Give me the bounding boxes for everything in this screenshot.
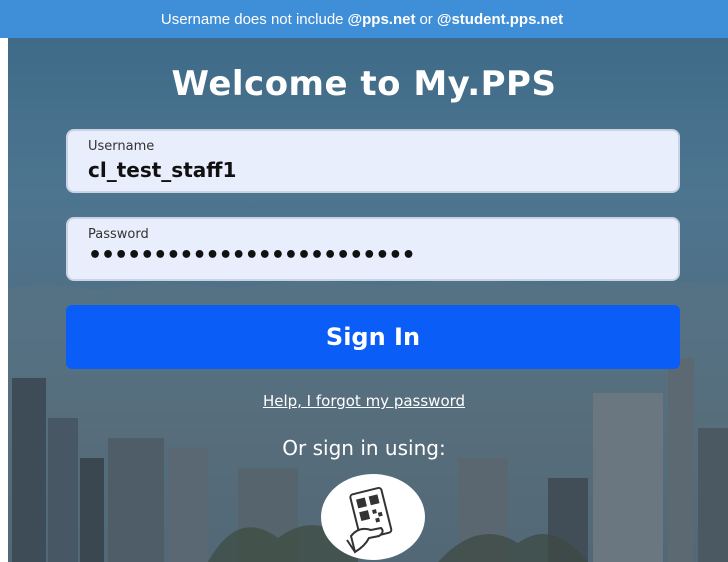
banner-domain-student: @student.pps.net (436, 10, 564, 28)
username-input[interactable]: cl_test_staff1 (88, 158, 236, 182)
alt-signin-label: Or sign in using: (282, 436, 446, 460)
password-input[interactable]: ••••••••••••••••••••••••• (88, 243, 416, 268)
username-field[interactable]: Username cl_test_staff1 (66, 129, 680, 193)
qr-code-card-icon[interactable] (321, 474, 425, 560)
password-field[interactable]: Password ••••••••••••••••••••••••• (66, 217, 680, 281)
banner-conjunction: or (419, 10, 433, 28)
username-hint-banner: Username does not include @pps.net or @s… (0, 0, 728, 38)
sign-in-button[interactable]: Sign In (66, 305, 680, 369)
forgot-password-link[interactable]: Help, I forgot my password (0, 392, 728, 410)
page-title: Welcome to My.PPS (171, 64, 557, 104)
username-label: Username (88, 139, 155, 154)
password-label: Password (88, 227, 149, 242)
banner-domain-pps: @pps.net (347, 10, 416, 28)
banner-prefix: Username does not include (160, 10, 344, 28)
